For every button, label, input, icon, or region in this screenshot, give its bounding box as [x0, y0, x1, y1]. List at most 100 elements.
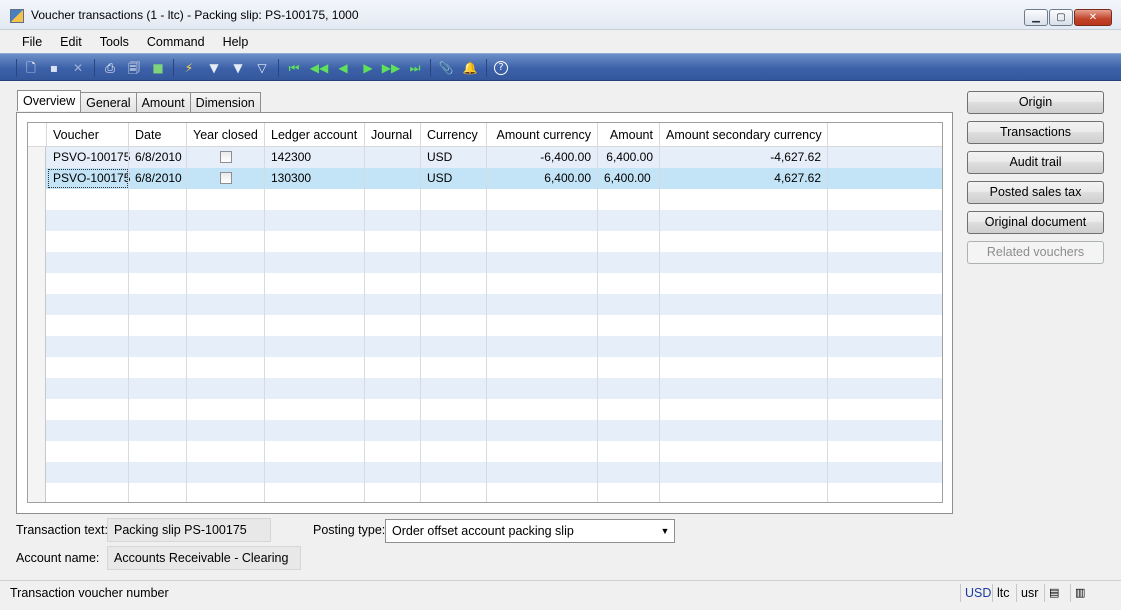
- help-icon[interactable]: ?: [494, 61, 508, 75]
- cell-voucher[interactable]: PSVO-100175: [47, 147, 130, 168]
- audit-trail-button[interactable]: Audit trail: [967, 151, 1104, 174]
- cell-amount-secondary[interactable]: 4,627.62: [660, 168, 828, 189]
- tab-general[interactable]: General: [80, 92, 137, 112]
- related-vouchers-button[interactable]: Related vouchers: [967, 241, 1104, 264]
- toolbar-separator: [278, 59, 279, 77]
- cell-currency[interactable]: USD: [421, 147, 487, 168]
- menu-bar: File Edit Tools Command Help: [0, 31, 1121, 53]
- advanced-filter-icon[interactable]: ▼: [230, 60, 246, 76]
- alert-icon[interactable]: 🔔: [462, 60, 478, 76]
- year-closed-checkbox[interactable]: [219, 150, 232, 163]
- last-record-icon[interactable]: ⏭: [407, 60, 423, 76]
- row-selector-column[interactable]: [28, 147, 46, 502]
- status-user[interactable]: usr: [1016, 584, 1042, 602]
- header-voucher[interactable]: Voucher: [47, 123, 129, 147]
- empty-row: [28, 294, 942, 315]
- menu-command[interactable]: Command: [147, 35, 205, 49]
- window-controls: ▁ ▢ ✕: [1024, 9, 1112, 26]
- header-amount[interactable]: Amount: [598, 123, 660, 147]
- header-journal[interactable]: Journal: [365, 123, 421, 147]
- cell-amount-secondary[interactable]: -4,627.62: [660, 147, 828, 168]
- cell-date[interactable]: 6/8/2010: [129, 168, 187, 189]
- export-excel-icon[interactable]: ■: [150, 60, 166, 76]
- cell-currency[interactable]: USD: [421, 168, 487, 189]
- cell-ledger-account[interactable]: 142300: [265, 147, 365, 168]
- table-row-selected[interactable]: PSVO-100175 6/8/2010 130300 USD 6,400.00…: [28, 168, 942, 189]
- account-name-field[interactable]: Accounts Receivable - Clearing: [107, 546, 301, 570]
- column-divider: [364, 147, 365, 502]
- close-button[interactable]: ✕: [1074, 9, 1112, 26]
- save-icon[interactable]: ▪: [46, 60, 62, 76]
- column-divider: [186, 147, 187, 502]
- transactions-button[interactable]: Transactions: [967, 121, 1104, 144]
- empty-row: [28, 336, 942, 357]
- header-currency[interactable]: Currency: [421, 123, 487, 147]
- minimize-button[interactable]: ▁: [1024, 9, 1048, 26]
- header-amount-currency[interactable]: Amount currency: [487, 123, 598, 147]
- header-ledger-account[interactable]: Ledger account: [265, 123, 365, 147]
- menu-edit[interactable]: Edit: [60, 35, 82, 49]
- database-icon[interactable]: ▤: [1044, 584, 1063, 602]
- print-icon[interactable]: ⎙: [102, 60, 118, 76]
- header-date[interactable]: Date: [129, 123, 187, 147]
- cell-year-closed[interactable]: [187, 168, 265, 189]
- menu-help[interactable]: Help: [223, 35, 249, 49]
- cell-amount[interactable]: 6,400.00: [598, 168, 660, 189]
- cell-amount-currency[interactable]: 6,400.00: [487, 168, 598, 189]
- remove-filter-icon[interactable]: ▽: [254, 60, 270, 76]
- cell-journal[interactable]: [365, 168, 421, 189]
- status-company[interactable]: ltc: [992, 584, 1014, 602]
- print-preview-icon[interactable]: 🗐: [126, 60, 142, 76]
- toolbar-separator: [94, 59, 95, 77]
- next-page-icon[interactable]: ▶▶: [382, 60, 400, 76]
- original-document-button[interactable]: Original document: [967, 211, 1104, 234]
- empty-row: [28, 399, 942, 420]
- delete-icon[interactable]: ✕: [70, 60, 86, 76]
- previous-page-icon[interactable]: ◀◀: [310, 60, 328, 76]
- empty-row: [28, 462, 942, 483]
- previous-record-icon[interactable]: ◀: [335, 60, 351, 76]
- new-icon[interactable]: 🗋: [23, 60, 39, 76]
- next-record-icon[interactable]: ▶: [360, 60, 376, 76]
- cell-voucher[interactable]: PSVO-100175: [47, 168, 130, 189]
- status-currency[interactable]: USD: [960, 584, 995, 602]
- origin-button[interactable]: Origin: [967, 91, 1104, 114]
- toolbar: 🗋 ▪ ✕ ⎙ 🗐 ■ ⚡ ▼ ▼ ▽ ⏮ ◀◀ ◀ ▶ ▶▶ ⏭ 📎 🔔 ?: [0, 53, 1121, 81]
- table-row[interactable]: PSVO-100175 6/8/2010 142300 USD -6,400.0…: [28, 147, 942, 168]
- year-closed-checkbox[interactable]: [219, 171, 232, 184]
- empty-row: [28, 315, 942, 336]
- cell-date[interactable]: 6/8/2010: [129, 147, 187, 168]
- cell-ledger-account[interactable]: 130300: [265, 168, 365, 189]
- title-bar: Voucher transactions (1 - ltc) - Packing…: [0, 0, 1121, 30]
- cell-year-closed[interactable]: [187, 147, 265, 168]
- filter-by-selection-icon[interactable]: ⚡: [181, 60, 197, 76]
- maximize-button[interactable]: ▢: [1049, 9, 1073, 26]
- menu-file[interactable]: File: [22, 35, 42, 49]
- column-divider: [659, 147, 660, 502]
- cell-journal[interactable]: [365, 147, 421, 168]
- window-title: Voucher transactions (1 - ltc) - Packing…: [31, 8, 359, 22]
- filter-by-grid-icon[interactable]: ▼: [206, 60, 222, 76]
- posted-sales-tax-button[interactable]: Posted sales tax: [967, 181, 1104, 204]
- cache-icon[interactable]: ▥: [1070, 584, 1089, 602]
- voucher-grid[interactable]: Voucher Date Year closed Ledger account …: [27, 122, 943, 503]
- cell-amount[interactable]: 6,400.00: [598, 147, 660, 168]
- header-amount-secondary-currency[interactable]: Amount secondary currency: [660, 123, 828, 147]
- column-divider: [128, 147, 129, 502]
- tab-dimension[interactable]: Dimension: [189, 92, 261, 112]
- chevron-down-icon[interactable]: ▼: [656, 520, 674, 542]
- tab-amount[interactable]: Amount: [135, 92, 191, 112]
- first-record-icon[interactable]: ⏮: [286, 60, 302, 76]
- toolbar-separator: [430, 59, 431, 77]
- transaction-text-field[interactable]: Packing slip PS-100175: [107, 518, 271, 542]
- toolbar-separator: [486, 59, 487, 77]
- empty-row: [28, 210, 942, 231]
- document-handling-icon[interactable]: 📎: [438, 60, 454, 76]
- empty-row: [28, 420, 942, 441]
- cell-amount-currency[interactable]: -6,400.00: [487, 147, 598, 168]
- menu-tools[interactable]: Tools: [100, 35, 129, 49]
- posting-type-select[interactable]: Order offset account packing slip ▼: [385, 519, 675, 543]
- status-text: Transaction voucher number: [10, 586, 169, 600]
- header-year-closed[interactable]: Year closed: [187, 123, 265, 147]
- tab-overview[interactable]: Overview: [17, 90, 82, 111]
